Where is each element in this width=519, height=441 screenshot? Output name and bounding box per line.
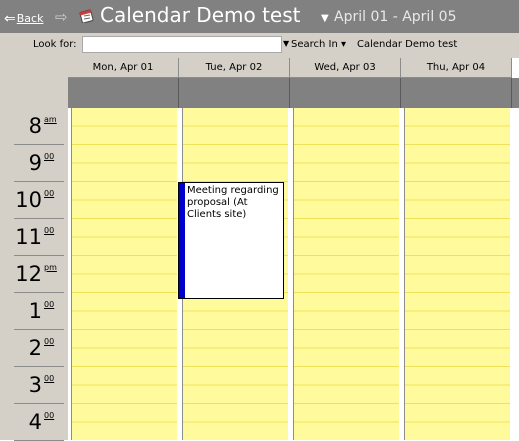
folder-title[interactable]: Calendar Demo test [100, 3, 300, 27]
back-arrow-icon: ⇐ [4, 11, 16, 27]
time-slot-label: 8 am [0, 108, 68, 145]
hour-text: 10 [15, 188, 42, 212]
chevron-down-icon[interactable]: ▼ [321, 13, 329, 24]
column-gap [510, 108, 512, 440]
day-column[interactable] [405, 108, 510, 440]
calendar-header: ⇐Back ⇨ Calendar Demo test ▼ April 01 - … [0, 0, 519, 33]
hour-text: 2 [28, 336, 42, 360]
time-slot-label: 3 00 [0, 367, 68, 404]
appointment-text: Meeting regarding proposal (At Clients s… [187, 185, 279, 220]
day-header[interactable]: Wed, Apr 03 [290, 58, 401, 78]
back-label: Back [16, 12, 44, 25]
minute-text: 00 [44, 374, 55, 383]
appointment-status-bar [179, 183, 185, 298]
minute-text: 00 [44, 189, 55, 198]
time-slot-label: 10 00 [0, 182, 68, 219]
minute-text: 00 [44, 337, 55, 346]
minute-text: 00 [44, 300, 55, 309]
hour-text: 12 [15, 262, 42, 286]
all-day-divider [289, 78, 290, 108]
minute-text: pm [44, 263, 57, 272]
minute-text: 00 [44, 226, 55, 235]
hour-text: 4 [28, 410, 42, 434]
time-slot-label: 12 pm [0, 256, 68, 293]
search-in-value: Calendar Demo test [357, 39, 458, 50]
time-column: 8 am 9 00 10 00 11 00 12 pm 1 00 2 00 3 00 4 00 [0, 108, 68, 441]
find-toolbar: Look for: ▼ Search In ▾ Calendar Demo te… [0, 33, 519, 58]
time-slot-label: 9 00 [0, 145, 68, 182]
search-in-button[interactable]: Search In ▾ [291, 39, 346, 50]
time-slot-label: 1 00 [0, 293, 68, 330]
time-slot-label: 4 00 [0, 404, 68, 441]
day-header[interactable]: Tue, Apr 02 [179, 58, 290, 78]
appointment[interactable]: Meeting regarding proposal (At Clients s… [178, 182, 284, 299]
minute-text: am [44, 115, 57, 124]
date-range: April 01 - April 05 [334, 9, 457, 25]
day-header[interactable]: Thu, Apr 04 [401, 58, 512, 78]
all-day-divider [178, 78, 179, 108]
hour-text: 11 [15, 225, 42, 249]
grid-corner [0, 58, 68, 108]
back-button[interactable]: ⇐Back [4, 11, 43, 27]
day-column[interactable] [72, 108, 177, 440]
minute-text: 00 [44, 411, 55, 420]
all-day-events-strip[interactable] [68, 78, 519, 108]
time-slot-label: 11 00 [0, 219, 68, 256]
hour-text: 1 [28, 299, 42, 323]
forward-arrow-icon[interactable]: ⇨ [55, 8, 68, 26]
all-day-divider [511, 78, 512, 108]
day-column[interactable] [294, 108, 399, 440]
hour-text: 9 [28, 151, 42, 175]
look-for-dropdown-icon[interactable]: ▼ [283, 39, 289, 48]
time-slot-label: 2 00 [0, 330, 68, 367]
hour-text: 3 [28, 373, 42, 397]
all-day-divider [400, 78, 401, 108]
calendar-icon [79, 9, 94, 23]
day-header[interactable]: Mon, Apr 01 [68, 58, 179, 78]
day-headers: Mon, Apr 01 Tue, Apr 02 Wed, Apr 03 Thu, Ap… [68, 58, 519, 78]
look-for-label: Look for: [33, 39, 77, 50]
look-for-input[interactable] [82, 36, 282, 53]
minute-text: 00 [44, 152, 55, 161]
hour-text: 8 [28, 114, 42, 138]
